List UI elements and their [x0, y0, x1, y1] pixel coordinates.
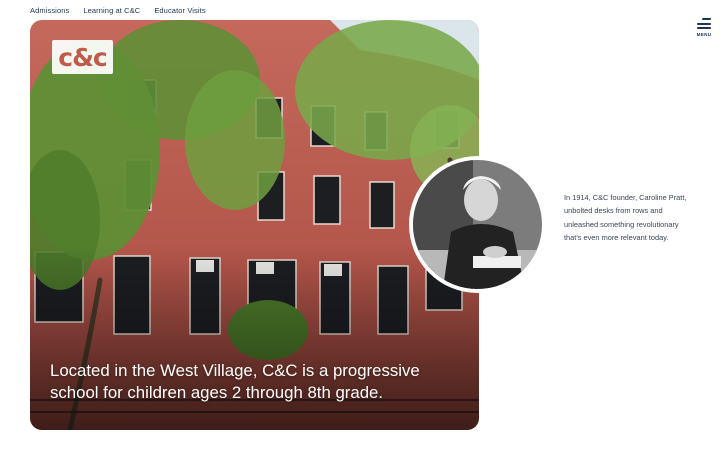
school-logo[interactable]: c&c	[52, 40, 113, 74]
nav-link-educator-visits[interactable]: Educator Visits	[154, 6, 205, 15]
nav-link-learning[interactable]: Learning at C&C	[83, 6, 140, 15]
hero-caption: Located in the West Village, C&C is a pr…	[50, 361, 420, 402]
logo-mark: c&c	[58, 42, 107, 72]
founder-portrait	[409, 156, 546, 293]
menu-label: MENU	[696, 32, 712, 37]
top-navigation: Admissions Learning at C&C Educator Visi…	[30, 6, 206, 15]
menu-button[interactable]: MENU	[692, 18, 716, 42]
hamburger-icon	[697, 18, 711, 30]
founder-description: In 1914, C&C founder, Caroline Pratt, un…	[564, 193, 687, 242]
founder-photo	[413, 160, 542, 289]
nav-link-admissions[interactable]: Admissions	[30, 6, 69, 15]
